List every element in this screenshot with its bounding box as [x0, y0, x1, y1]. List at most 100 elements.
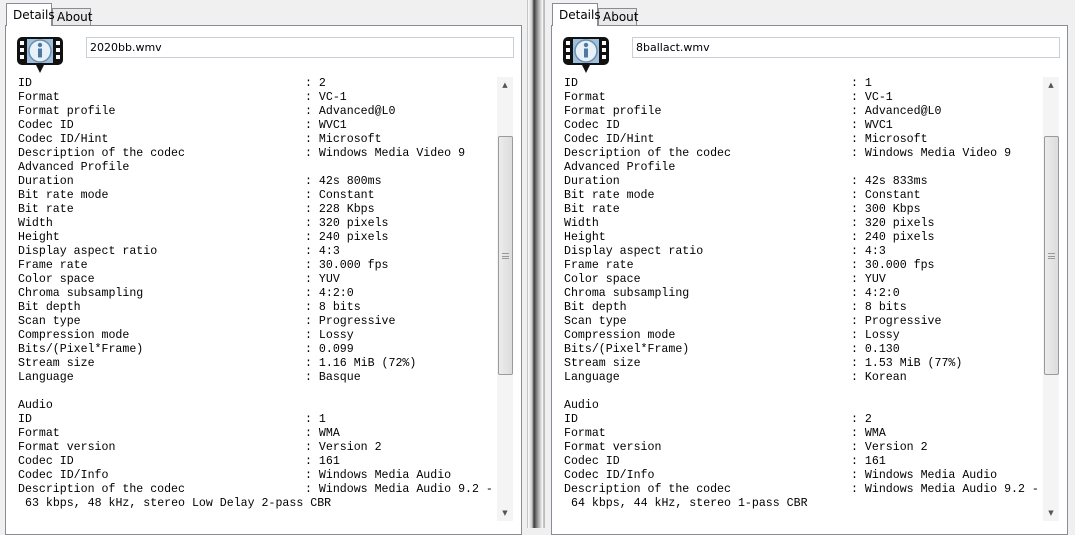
separator: : — [305, 245, 319, 258]
info-line: Format version: Version 2 — [14, 441, 497, 455]
info-value: : WVC1 — [305, 119, 347, 133]
info-line: Codec ID/Hint: Microsoft — [560, 133, 1043, 147]
info-line: Format: VC-1 — [14, 91, 497, 105]
info-line: Display aspect ratio: 4:3 — [14, 245, 497, 259]
info-value: : Windows Media Audio 9.2 - — [851, 483, 1039, 497]
filename-field[interactable]: 2020bb.wmv — [86, 37, 514, 58]
scroll-down-arrow-icon[interactable]: ▼ — [1043, 505, 1059, 521]
info-value: : Microsoft — [851, 133, 928, 147]
media-info-text[interactable]: ID: 2 Format: VC-1 Format profile: Advance… — [14, 77, 497, 521]
separator: : — [851, 133, 865, 146]
info-value-text: 2 — [864, 413, 872, 426]
info-value: : 42s 800ms — [305, 175, 382, 189]
separator: : — [851, 189, 865, 202]
vertical-scrollbar[interactable]: ▲ ▼ — [497, 77, 513, 521]
info-line: Compression mode: Lossy — [560, 329, 1043, 343]
info-label: Compression mode — [18, 329, 130, 342]
info-label: Bit depth — [564, 301, 627, 314]
info-value: : 4:3 — [851, 245, 886, 259]
info-label: ID — [18, 77, 32, 90]
info-line: Audio — [560, 399, 1043, 413]
info-value-text: VC-1 — [318, 91, 347, 104]
media-info-text[interactable]: ID: 1 Format: VC-1 Format profile: Advance… — [560, 77, 1043, 521]
info-label: Bit rate mode — [18, 189, 109, 202]
info-value: : Version 2 — [851, 441, 928, 455]
info-line: Scan type: Progressive — [14, 315, 497, 329]
grip-icon — [1048, 252, 1055, 259]
media-info-icon — [17, 37, 63, 73]
info-line: Scan type: Progressive — [560, 315, 1043, 329]
separator: : — [305, 231, 319, 244]
info-label: Codec ID — [564, 455, 620, 468]
tab-about[interactable]: About — [52, 8, 92, 26]
separator: : — [305, 133, 319, 146]
info-line: Duration: 42s 833ms — [560, 175, 1043, 189]
info-value-text: WVC1 — [318, 119, 347, 132]
info-value-text: Constant — [864, 189, 921, 202]
separator: : — [305, 469, 319, 482]
info-label: ID — [564, 413, 578, 426]
info-label: Codec ID/Hint — [18, 133, 109, 146]
scrollbar-thumb[interactable] — [498, 136, 513, 375]
scroll-up-arrow-icon[interactable]: ▲ — [1043, 77, 1059, 93]
scroll-up-arrow-icon[interactable]: ▲ — [497, 77, 513, 93]
info-line: Description of the codec: Windows Media … — [560, 483, 1043, 497]
info-value: : VC-1 — [305, 91, 347, 105]
info-line: Format: VC-1 — [560, 91, 1043, 105]
vertical-scrollbar[interactable]: ▲ ▼ — [1043, 77, 1059, 521]
separator: : — [305, 455, 319, 468]
info-line: Bit depth: 8 bits — [14, 301, 497, 315]
panel-splitter[interactable] — [524, 0, 546, 528]
info-line: Stream size: 1.53 MiB (77%) — [560, 357, 1043, 371]
info-value-text: 240 pixels — [864, 231, 935, 244]
grip-icon — [502, 252, 509, 259]
info-value: : 320 pixels — [851, 217, 935, 231]
separator: : — [305, 371, 319, 384]
info-value-text: Progressive — [864, 315, 942, 328]
separator: : — [851, 301, 865, 314]
info-value: : 8 bits — [851, 301, 907, 315]
tab-about[interactable]: About — [598, 8, 638, 26]
info-label: Color space — [18, 273, 95, 286]
info-label: Chroma subsampling — [564, 287, 690, 300]
tab-details[interactable]: Details — [552, 3, 601, 26]
info-value-text: Version 2 — [318, 441, 382, 454]
separator: : — [851, 343, 865, 356]
info-value: : Windows Media Video 9 — [305, 147, 465, 161]
info-value-text: 1 — [318, 413, 326, 426]
separator: : — [305, 483, 319, 496]
info-value-text: 4:2:0 — [864, 287, 900, 300]
separator: : — [305, 357, 319, 370]
info-line: Height: 240 pixels — [14, 231, 497, 245]
tab-details[interactable]: Details — [6, 3, 55, 26]
info-label: Advanced Profile — [18, 161, 130, 174]
info-line: ID: 1 — [14, 413, 497, 427]
info-value: : 30.000 fps — [851, 259, 935, 273]
info-value-text: Windows Media Audio 9.2 - — [864, 483, 1039, 496]
info-label: Description of the codec — [564, 147, 731, 160]
info-value-text: 4:3 — [864, 245, 886, 258]
info-value-text: 0.130 — [864, 343, 900, 356]
scrollbar-thumb[interactable] — [1044, 136, 1059, 375]
scroll-down-arrow-icon[interactable]: ▼ — [497, 505, 513, 521]
info-value-text: YUV — [864, 273, 886, 286]
info-value: : 4:2:0 — [851, 287, 900, 301]
separator: : — [851, 441, 865, 454]
info-value: : 30.000 fps — [305, 259, 389, 273]
info-value: : Advanced@L0 — [305, 105, 395, 119]
info-line: Advanced Profile — [560, 161, 1043, 175]
separator: : — [851, 91, 865, 104]
info-value-text: 42s 833ms — [864, 175, 928, 188]
info-label: ID — [18, 413, 32, 426]
info-label: Color space — [564, 273, 641, 286]
info-line: Codec ID/Info: Windows Media Audio — [14, 469, 497, 483]
info-label: Duration — [564, 175, 620, 188]
info-label: Height — [18, 231, 60, 244]
info-line: Audio — [14, 399, 497, 413]
info-value: : Version 2 — [305, 441, 382, 455]
info-value-text: 161 — [318, 455, 340, 468]
info-value-text: 1.16 MiB (72%) — [318, 357, 417, 370]
info-value-text: Advanced@L0 — [864, 105, 942, 118]
filename-field[interactable]: 8ballact.wmv — [632, 37, 1060, 58]
info-value: : Windows Media Video 9 — [851, 147, 1011, 161]
